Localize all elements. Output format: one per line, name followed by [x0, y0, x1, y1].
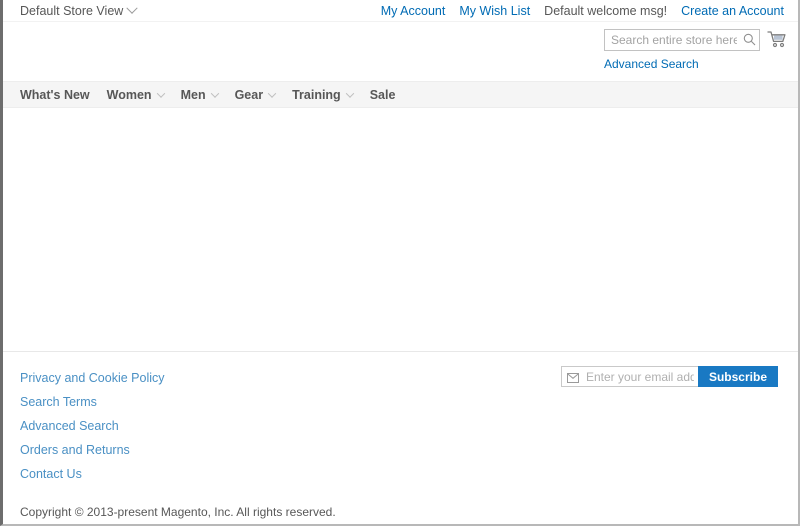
nav-item-training[interactable]: Training — [292, 88, 353, 102]
create-account-link[interactable]: Create an Account — [681, 4, 784, 18]
search-input[interactable] — [604, 29, 760, 51]
nav-item-label: What's New — [20, 88, 90, 102]
footer-link-contact-us[interactable]: Contact Us — [20, 467, 82, 481]
newsletter-email-input[interactable] — [561, 366, 698, 387]
newsletter-signup: Subscribe — [561, 366, 778, 387]
chevron-down-icon — [268, 89, 276, 97]
chevron-down-icon — [127, 2, 138, 13]
subscribe-button[interactable]: Subscribe — [698, 366, 778, 387]
nav-item-women[interactable]: Women — [107, 88, 164, 102]
my-account-link[interactable]: My Account — [381, 4, 446, 18]
newsletter-input-wrapper — [561, 366, 698, 387]
search-block: Advanced Search — [604, 29, 760, 71]
nav-item-label: Training — [292, 88, 341, 102]
search-icon[interactable] — [743, 33, 756, 46]
search-input-wrapper — [604, 29, 760, 51]
shopping-cart-icon[interactable] — [766, 28, 788, 50]
footer-link-orders-and-returns[interactable]: Orders and Returns — [20, 443, 130, 457]
list-item: Orders and Returns — [20, 442, 781, 457]
nav-item-label: Women — [107, 88, 152, 102]
advanced-search-link[interactable]: Advanced Search — [604, 57, 699, 71]
header-content: Advanced Search — [3, 22, 798, 81]
nav-item-men[interactable]: Men — [181, 88, 218, 102]
copyright-text: Copyright © 2013-present Magento, Inc. A… — [20, 505, 781, 519]
nav-item-gear[interactable]: Gear — [235, 88, 276, 102]
page-footer: Privacy and Cookie Policy Search Terms A… — [3, 351, 798, 526]
welcome-message: Default welcome msg! — [544, 4, 667, 18]
list-item: Contact Us — [20, 466, 781, 481]
chevron-down-icon — [156, 89, 164, 97]
envelope-icon — [567, 371, 579, 381]
main-navigation: What's New Women Men Gear Training Sale — [3, 81, 798, 108]
footer-link-search-terms[interactable]: Search Terms — [20, 395, 97, 409]
main-content-area — [3, 108, 798, 351]
chevron-down-icon — [210, 89, 218, 97]
nav-item-label: Men — [181, 88, 206, 102]
header-links: My Account My Wish List Default welcome … — [381, 4, 784, 18]
nav-item-whats-new[interactable]: What's New — [20, 88, 90, 102]
store-switcher-label: Default Store View — [20, 4, 123, 18]
footer-link-privacy-policy[interactable]: Privacy and Cookie Policy — [20, 371, 165, 385]
list-item: Advanced Search — [20, 418, 781, 433]
nav-item-label: Sale — [370, 88, 396, 102]
browser-viewport: Default Store View My Account My Wish Li… — [0, 0, 800, 526]
chevron-down-icon — [345, 89, 353, 97]
list-item: Search Terms — [20, 394, 781, 409]
panel-header: Default Store View My Account My Wish Li… — [3, 0, 798, 22]
nav-item-label: Gear — [235, 88, 264, 102]
my-wish-list-link[interactable]: My Wish List — [459, 4, 530, 18]
store-switcher[interactable]: Default Store View — [20, 4, 136, 18]
nav-item-sale[interactable]: Sale — [370, 88, 396, 102]
footer-link-advanced-search[interactable]: Advanced Search — [20, 419, 119, 433]
